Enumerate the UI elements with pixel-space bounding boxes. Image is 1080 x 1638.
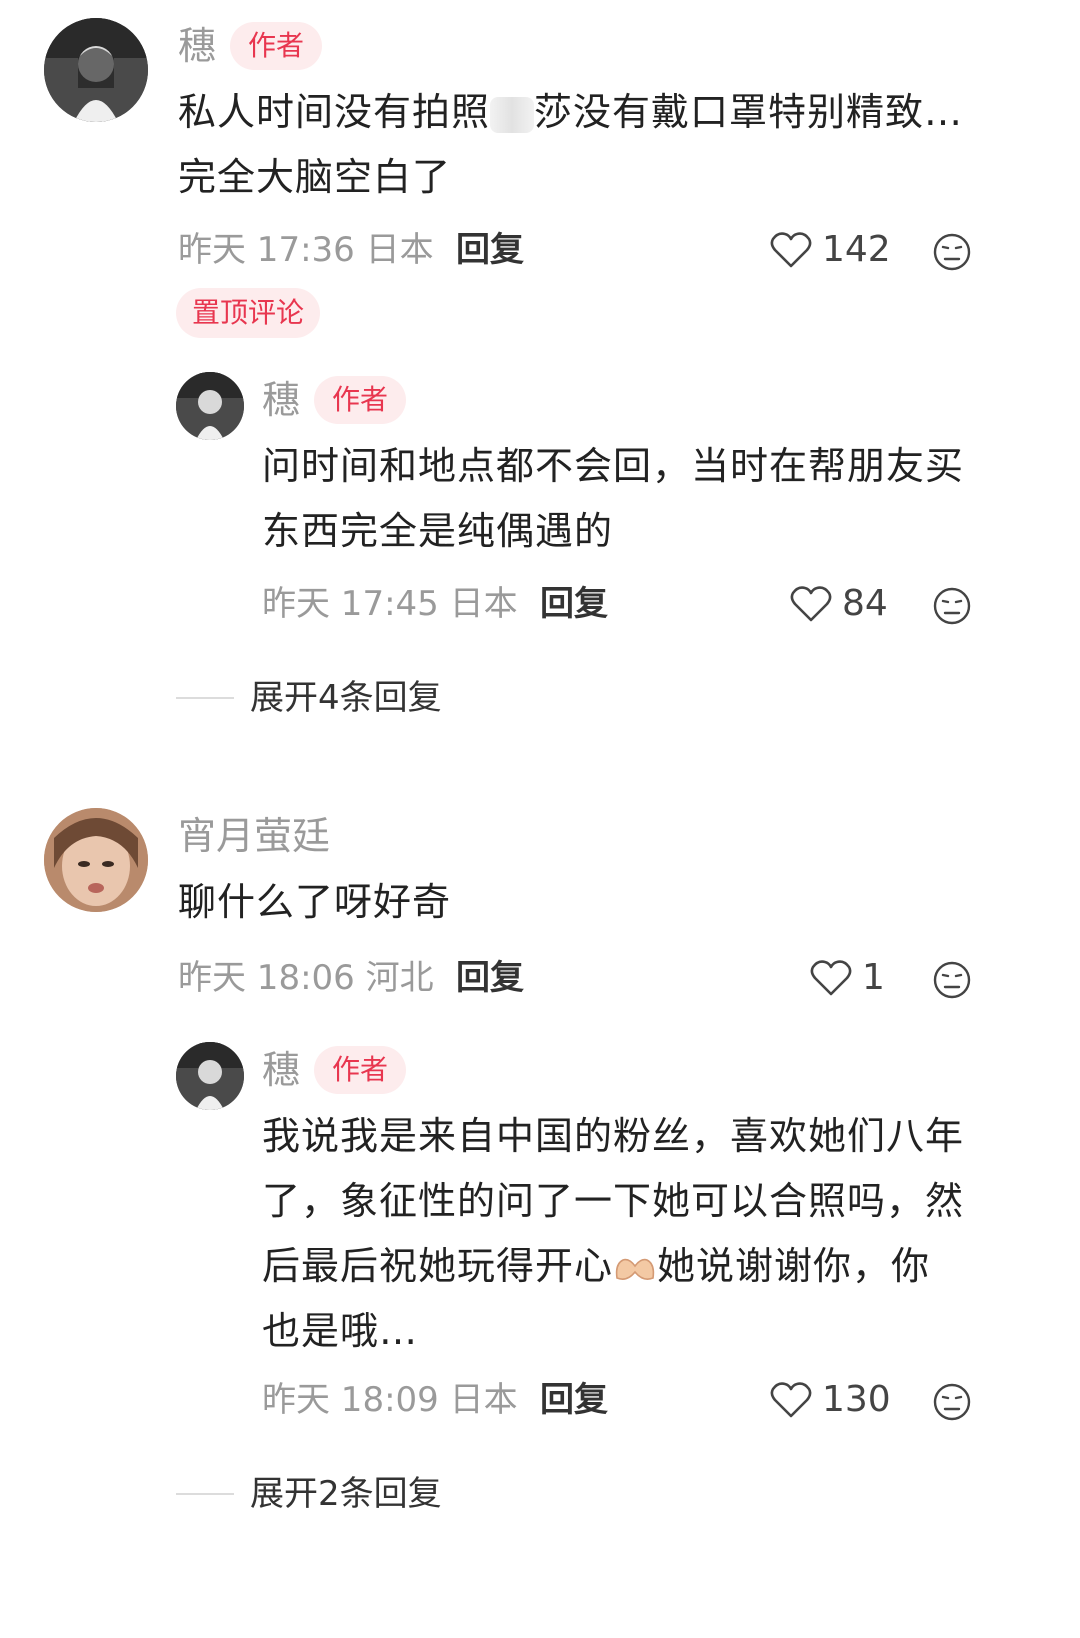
text-segment: 她说谢谢你，你: [657, 1244, 931, 1288]
heart-outline-icon: [810, 960, 852, 996]
commenter-name[interactable]: 宵月萤廷: [178, 814, 330, 858]
expand-replies-button[interactable]: 展开2条回复: [176, 1472, 442, 1516]
reply-author-name[interactable]: 穗: [262, 1048, 300, 1092]
avatar[interactable]: [44, 808, 148, 912]
reply-button[interactable]: 回复: [456, 956, 524, 1000]
reply-button[interactable]: 回复: [540, 1378, 608, 1422]
comment-text: 聊什么了呀好奇: [178, 880, 452, 924]
like-count: 130: [822, 1379, 891, 1420]
expand-replies-label: 展开2条回复: [250, 1474, 442, 1514]
avatar[interactable]: [176, 1042, 244, 1110]
comment-time-location: 昨天 18:06 河北: [178, 958, 434, 998]
like-button[interactable]: 130: [770, 1378, 891, 1422]
neutral-face-icon[interactable]: [932, 1382, 972, 1422]
divider-line: [176, 1493, 234, 1495]
reply-text-line: 我说我是来自中国的粉丝，喜欢她们八年: [262, 1114, 965, 1158]
neutral-face-icon[interactable]: [932, 960, 972, 1000]
comment-item: 宵月萤廷 聊什么了呀好奇 昨天 18:06 河北 回复 1 穗 作者 我说我是来: [0, 0, 1080, 1638]
reply-text-line: 了，象征性的问了一下她可以合照吗，然: [262, 1179, 965, 1223]
reply-text-line: 也是哦…: [262, 1309, 419, 1353]
reply-text: 我说我是来自中国的粉丝，喜欢她们八年 了，象征性的问了一下她可以合照吗，然 后最…: [262, 1104, 1042, 1364]
reply-time-location: 昨天 18:09 日本: [262, 1380, 518, 1420]
author-badge: 作者: [314, 1046, 407, 1094]
text-segment: 后最后祝她玩得开心: [262, 1244, 614, 1288]
like-count: 1: [862, 957, 885, 998]
avatar-image: [44, 808, 148, 912]
heart-hands-emoji: [615, 1258, 655, 1280]
reply-text-line: 后最后祝她玩得开心 她说谢谢你，你: [262, 1234, 1042, 1299]
avatar-image: [176, 1042, 244, 1110]
heart-outline-icon: [770, 1382, 812, 1418]
like-button[interactable]: 1: [810, 956, 885, 1000]
